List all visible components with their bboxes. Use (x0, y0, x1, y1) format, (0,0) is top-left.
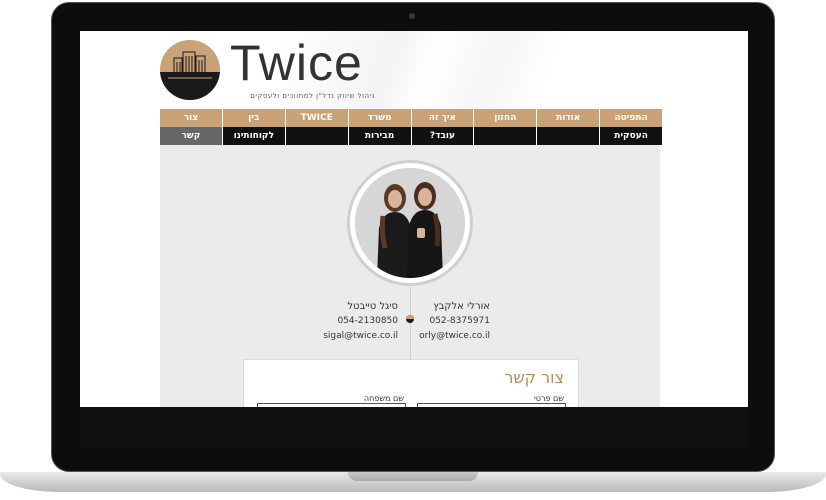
person-phone[interactable]: 052-8375971 (410, 314, 490, 329)
nav-label-bottom (285, 127, 348, 145)
nav-label-top: איך זה (411, 109, 474, 127)
nav-item-concept[interactable]: התפיסה העסקית (600, 109, 662, 145)
nav-label-top: משרד (348, 109, 411, 127)
nav-item-contact[interactable]: צור קשר (160, 109, 222, 145)
person-email[interactable]: orly@twice.co.il (410, 329, 490, 344)
nav-label-top: בין (222, 109, 285, 127)
webcam-icon (409, 13, 415, 19)
browser-viewport: Twice ניהול שיווק נדל"ן למתווכים ולעסקים… (80, 31, 748, 407)
nav-item-vision[interactable]: החזון (474, 109, 537, 145)
person-email[interactable]: sigal@twice.co.il (318, 329, 398, 344)
last-name-label: שם משפחה (363, 394, 404, 403)
nav-label-bottom: קשר (160, 127, 222, 145)
nav-label-bottom: מבירות (348, 127, 411, 145)
laptop-opening-notch (348, 472, 478, 481)
nav-item-about[interactable]: אודות (537, 109, 600, 145)
nav-item-twice[interactable]: TWICE (285, 109, 348, 145)
nav-label-top: TWICE (285, 109, 348, 127)
tagline: ניהול שיווק נדל"ן למתווכים ולעסקים (250, 92, 375, 100)
main-nav: התפיסה העסקית אודות החזון איך זה עובד? מ… (160, 109, 662, 145)
nav-label-top: אודות (537, 109, 600, 127)
team-photo (350, 163, 470, 283)
person-card-sigal: סיגל טייבטל 054-2130850 sigal@twice.co.i… (318, 299, 398, 344)
nav-label-bottom (474, 127, 537, 145)
nav-item-office[interactable]: משרד מבירות (348, 109, 411, 145)
person-card-orly: אורלי אלקבץ 052-8375971 orly@twice.co.il (410, 299, 490, 344)
nav-item-how-it-works[interactable]: איך זה עובד? (411, 109, 474, 145)
logo[interactable] (160, 40, 220, 100)
nav-label-top: החזון (474, 109, 537, 127)
nav-label-bottom: העסקית (600, 127, 662, 145)
building-icon (168, 51, 212, 79)
brand-name[interactable]: Twice (230, 35, 363, 91)
laptop-bezel-bottom (80, 407, 748, 447)
person-phone[interactable]: 054-2130850 (318, 314, 398, 329)
nav-item-clients[interactable]: בין לקוחותינו (222, 109, 285, 145)
nav-label-top: התפיסה (600, 109, 662, 127)
nav-label-bottom (537, 127, 600, 145)
first-name-label: שם פרטי (533, 394, 564, 403)
person-name: אורלי אלקבץ (433, 301, 490, 312)
contact-form-title: צור קשר (504, 368, 564, 387)
team-photo-illustration (355, 168, 465, 278)
nav-label-bottom: לקוחותינו (222, 127, 285, 145)
nav-label-top: צור (160, 109, 222, 127)
nav-label-bottom: עובד? (411, 127, 474, 145)
person-name: סיגל טייבטל (347, 301, 398, 312)
